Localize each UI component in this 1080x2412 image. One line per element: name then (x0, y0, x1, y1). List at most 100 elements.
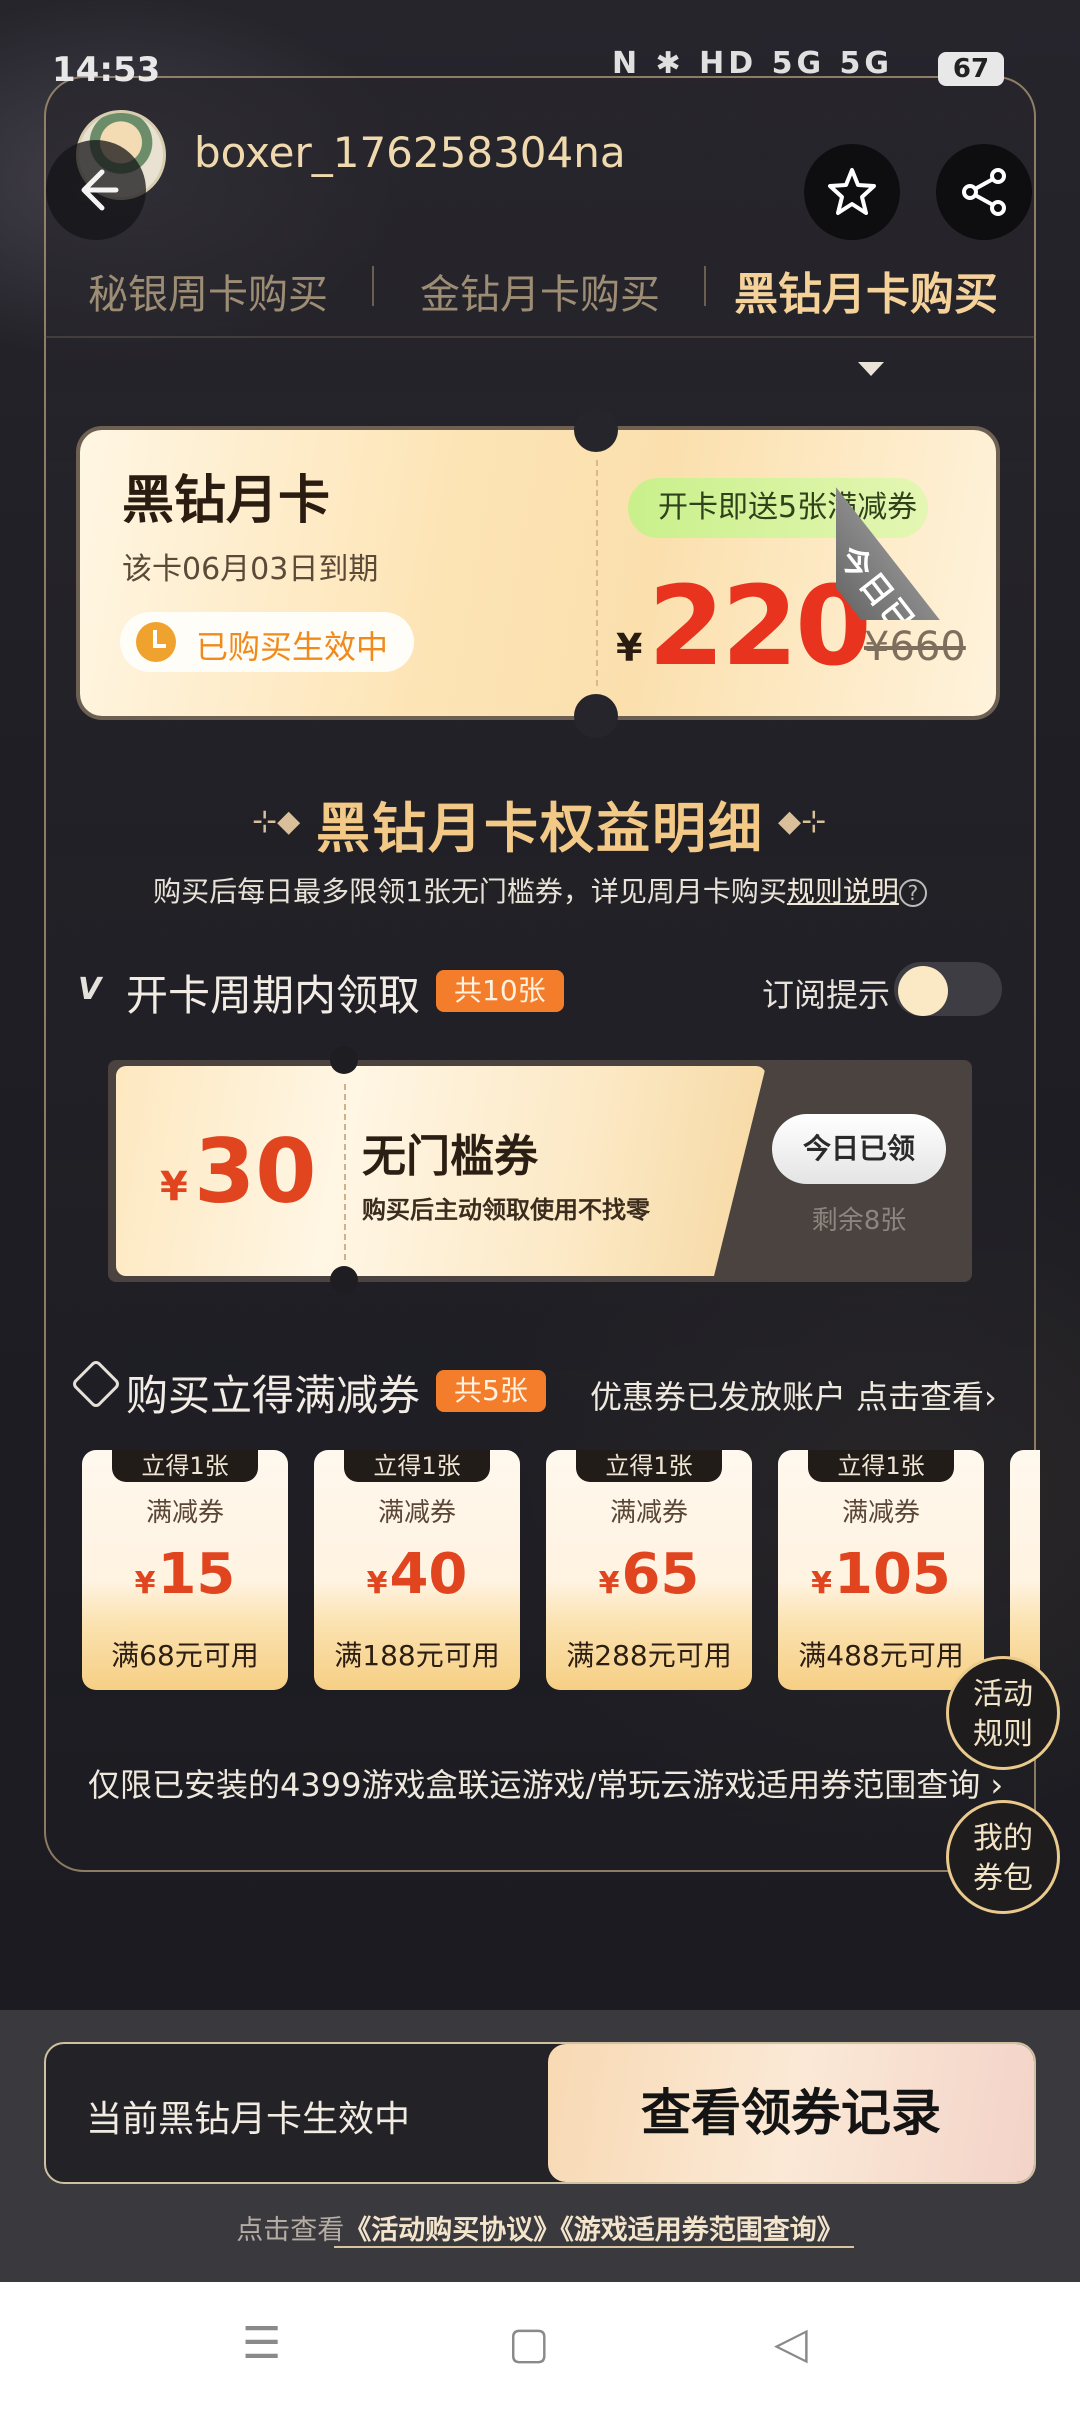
tab-gold-monthly[interactable]: 金钻月卡购买 (420, 262, 660, 320)
toggle-knob (898, 966, 948, 1016)
ribbon-container: 今日已领 (836, 430, 996, 620)
coupon-notch (330, 1046, 358, 1074)
card-notch (574, 408, 618, 452)
vip-icon: V (78, 972, 102, 1007)
coupon-notch (330, 1266, 358, 1294)
coupon-card-condition: 满68元可用 (111, 1639, 259, 1672)
coupon-card-tag: 立得1张 (576, 1450, 722, 1482)
subscribe-label: 订阅提示 (762, 976, 891, 1014)
coupon-card: 立得1张 满减券 ¥105 满488元可用 (778, 1450, 984, 1690)
tab-black-monthly[interactable]: 黑钻月卡购买 (734, 258, 998, 322)
coupon-card-value: ¥65 (546, 1542, 752, 1607)
coupon-card-condition: 满488元可用 (798, 1639, 964, 1672)
coupon-card-currency: ¥ (134, 1566, 156, 1601)
chevron-right-icon: › (984, 1378, 997, 1416)
tab-silver-weekly[interactable]: 秘银周卡购买 (88, 262, 328, 320)
purchase-agreement-link[interactable]: 《活动购买协议》 (344, 2215, 560, 2246)
coupon-description: 购买后主动领取使用不找零 (362, 1196, 650, 1224)
collect-section-title: 开卡周期内领取 (126, 971, 421, 1020)
coupon-scope-text: 仅限已安装的4399游戏盒联运游戏/常玩云游戏适用券范围查询 (88, 1766, 981, 1804)
coupon-card-type: 满减券 (841, 1498, 920, 1528)
coupon-card-amount: 15 (157, 1542, 236, 1607)
activity-rules-line2: 规则 (973, 1717, 1033, 1752)
coupon-card-value: ¥15 (82, 1542, 288, 1607)
membership-status: 当前黑钻月卡生效中 (86, 2099, 411, 2140)
coupon-card-value: ¥40 (314, 1542, 520, 1607)
help-icon[interactable]: ? (898, 879, 927, 907)
coupon-card-tag: 立得1张 (112, 1450, 258, 1482)
agreement-prefix: 点击查看 (236, 2215, 345, 2246)
coupon-scope-link[interactable]: 仅限已安装的4399游戏盒联运游戏/常玩云游戏适用券范围查询 › (88, 1760, 1003, 1806)
coupon-card-amount: 40 (389, 1542, 468, 1607)
coupon-name: 无门槛券 (362, 1131, 538, 1182)
coupon-remaining: 剩余8张 (811, 1206, 907, 1236)
share-icon (962, 168, 1006, 216)
card-expire-date: 该卡06月03日到期 (122, 552, 379, 587)
share-button[interactable] (936, 144, 1032, 240)
benefits-description: 购买后每日最多限领1张无门槛券，详见周月卡购买规则说明? (0, 870, 1080, 910)
battery-icon: 67 (938, 52, 1004, 86)
coupon-card-currency: ¥ (811, 1566, 832, 1601)
username: boxer_176258304na (194, 128, 626, 177)
tab-indicator-icon (858, 362, 884, 376)
card-original-price: ¥660 (864, 624, 966, 670)
coupon-card-tag: 立得1张 (808, 1450, 954, 1482)
coupon-card-tag: 立得1张 (344, 1450, 490, 1482)
coupon-card-amount: 105 (833, 1542, 951, 1607)
agreement-line: 点击查看《活动购买协议》《游戏适用券范围查询》 (0, 2208, 1080, 2247)
card-notch (574, 694, 618, 738)
immediate-section-title: 购买立得满减券 (126, 1371, 421, 1420)
claimed-today-button[interactable]: 今日已领 (772, 1114, 946, 1184)
activity-rules-button[interactable]: 活动 规则 (946, 1656, 1060, 1770)
ornament-right-icon: ◆⊹ (778, 804, 827, 839)
coupon-scope-agreement-link[interactable]: 《游戏适用券范围查询》 (560, 2215, 844, 2246)
coupon-card: 立得1张 满减券 ¥40 满188元可用 (314, 1450, 520, 1690)
chevron-right-icon: › (990, 1766, 1004, 1804)
my-wallet-button[interactable]: 我的 券包 (946, 1800, 1060, 1914)
view-coupons-link[interactable]: 点击查看› (856, 1372, 997, 1418)
status-icons: N ✱ HD 5G 5G (612, 46, 894, 81)
immediate-count-badge: 共5张 (436, 1370, 546, 1412)
view-records-button[interactable]: 查看领券记录 (548, 2044, 1034, 2182)
tab-underline (44, 336, 1036, 338)
star-icon (828, 168, 876, 215)
coupon-card: 立得1张 满减券 ¥15 满68元可用 (82, 1450, 288, 1690)
activity-rules-line1: 活动 (973, 1677, 1033, 1712)
my-wallet-line1: 我的 (973, 1821, 1033, 1856)
coupon-card-amount: 65 (621, 1542, 700, 1607)
view-coupons-label: 点击查看 (856, 1378, 985, 1416)
coupon-card-currency: ¥ (598, 1566, 620, 1601)
status-time: 14:53 (52, 50, 161, 90)
back-button[interactable] (46, 140, 146, 240)
card-title: 黑钻月卡 (122, 471, 331, 531)
coupon-card: 立得1张 满减券 ¥65 满288元可用 (546, 1450, 752, 1690)
back-icon[interactable]: ◁ (774, 2318, 808, 2369)
coupon-card-partial (1010, 1450, 1040, 1690)
tab-divider (704, 266, 706, 306)
tab-divider (372, 266, 374, 306)
my-wallet-line2: 券包 (973, 1861, 1033, 1896)
coupon-value: 30 (194, 1120, 317, 1223)
rules-link[interactable]: 规则说明 (787, 875, 899, 908)
coupon-currency: ¥ (160, 1164, 188, 1210)
immediate-info: 优惠券已发放账户 (590, 1378, 847, 1416)
home-icon[interactable]: ▢ (508, 2318, 550, 2369)
coupon-card-value: ¥105 (778, 1542, 984, 1607)
coupon-card-type: 满减券 (609, 1498, 688, 1528)
menu-icon[interactable]: ☰ (242, 2318, 281, 2369)
price-currency: ¥ (616, 626, 643, 670)
benefits-description-text: 购买后每日最多限领1张无门槛券，详见周月卡购买 (153, 875, 787, 908)
claimed-today-ribbon: 今日已领 (836, 482, 993, 620)
favorite-button[interactable] (804, 144, 900, 240)
clock-icon (136, 622, 176, 662)
coupon-card-condition: 满188元可用 (334, 1639, 500, 1672)
coupon-card-currency: ¥ (366, 1566, 388, 1601)
coupon-card-type: 满减券 (145, 1498, 224, 1528)
card-status-text: 已购买生效中 (196, 628, 389, 666)
benefits-title: 黑钻月卡权益明细 (316, 797, 764, 860)
coupon-divider (344, 1084, 346, 1260)
agreement-underline (334, 2246, 854, 2248)
collect-count-badge: 共10张 (436, 970, 564, 1012)
card-divider (596, 460, 598, 686)
coupon-card-type: 满减券 (377, 1498, 456, 1528)
